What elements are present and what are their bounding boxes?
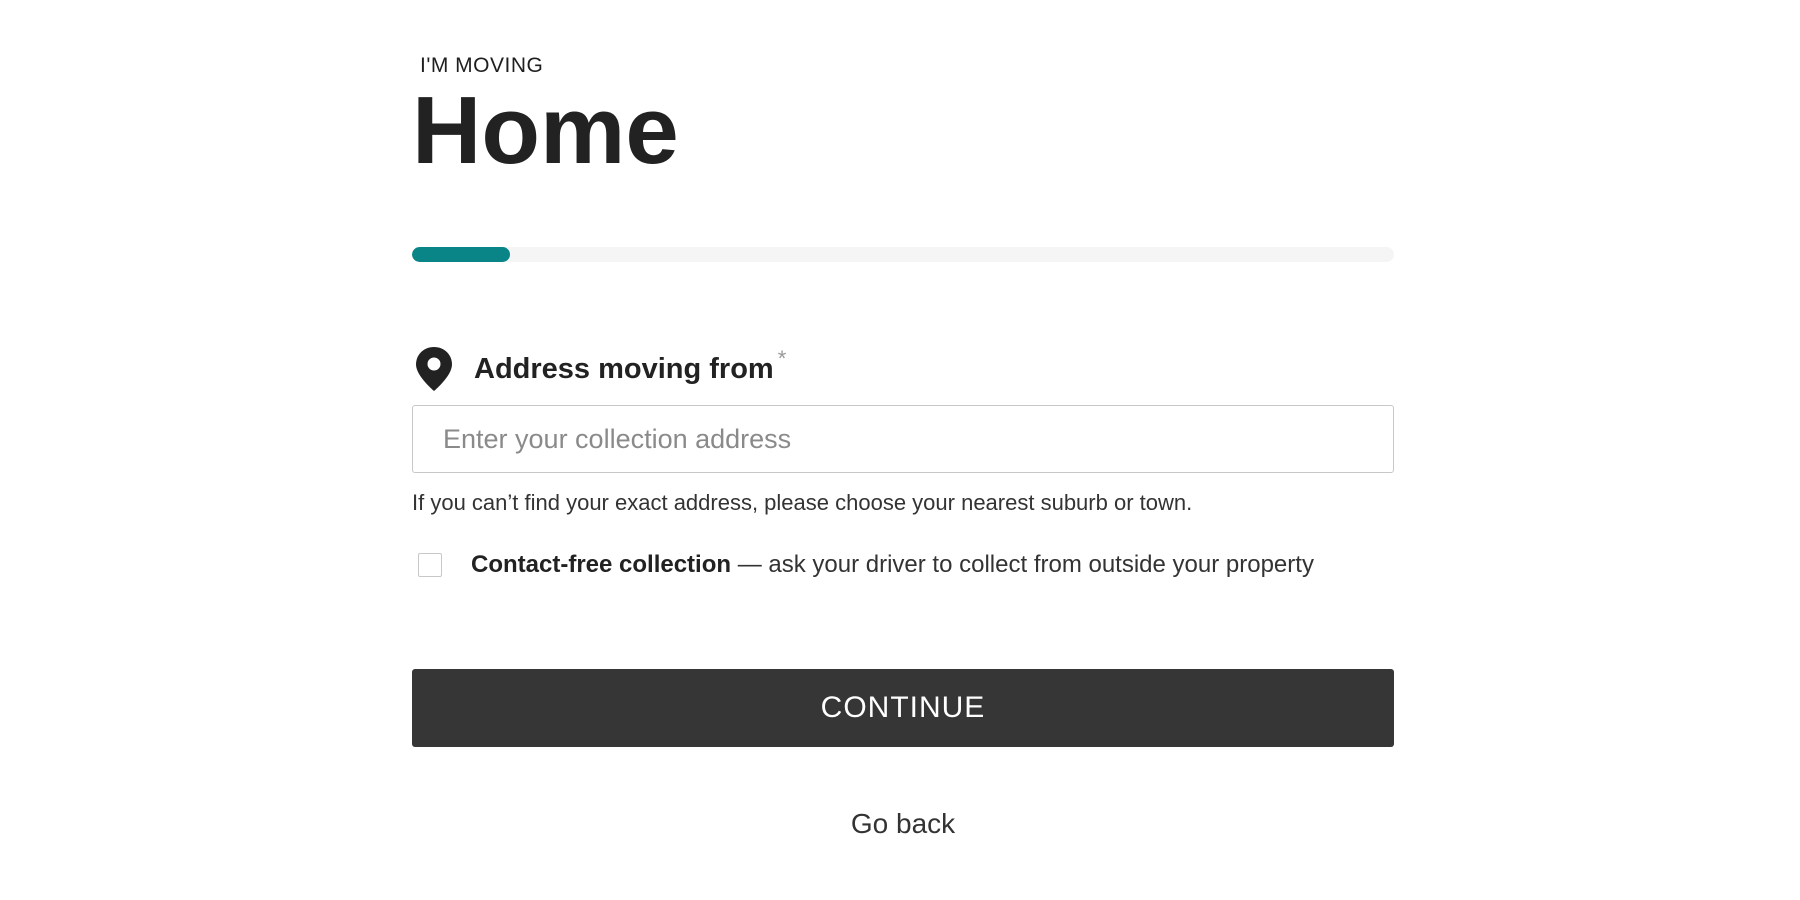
progress-bar — [412, 247, 1394, 262]
location-pin-icon — [414, 345, 454, 393]
continue-button[interactable]: CONTINUE — [412, 669, 1394, 747]
contact-free-checkbox[interactable] — [418, 553, 442, 577]
contact-free-label-bold: Contact-free collection — [471, 551, 732, 578]
contact-free-option[interactable]: Contact-free collection — ask your drive… — [412, 550, 1314, 580]
page: I'M MOVING Home Address moving from * If… — [0, 0, 1800, 900]
go-back-link[interactable]: Go back — [412, 808, 1394, 840]
required-mark: * — [777, 346, 787, 371]
address-field-label: Address moving from — [474, 352, 774, 385]
progress-bar-fill — [412, 247, 511, 262]
collection-address-input[interactable] — [412, 405, 1394, 473]
contact-free-label: Contact-free collection — ask your drive… — [471, 551, 1314, 579]
address-helper-text: If you can’t find your exact address, pl… — [412, 490, 1193, 515]
page-title: Home — [412, 77, 679, 184]
address-field-label-row: Address moving from * — [412, 344, 786, 394]
page-eyebrow: I'M MOVING — [420, 54, 544, 77]
contact-free-label-rest: — ask your driver to collect from outsid… — [731, 551, 1314, 578]
